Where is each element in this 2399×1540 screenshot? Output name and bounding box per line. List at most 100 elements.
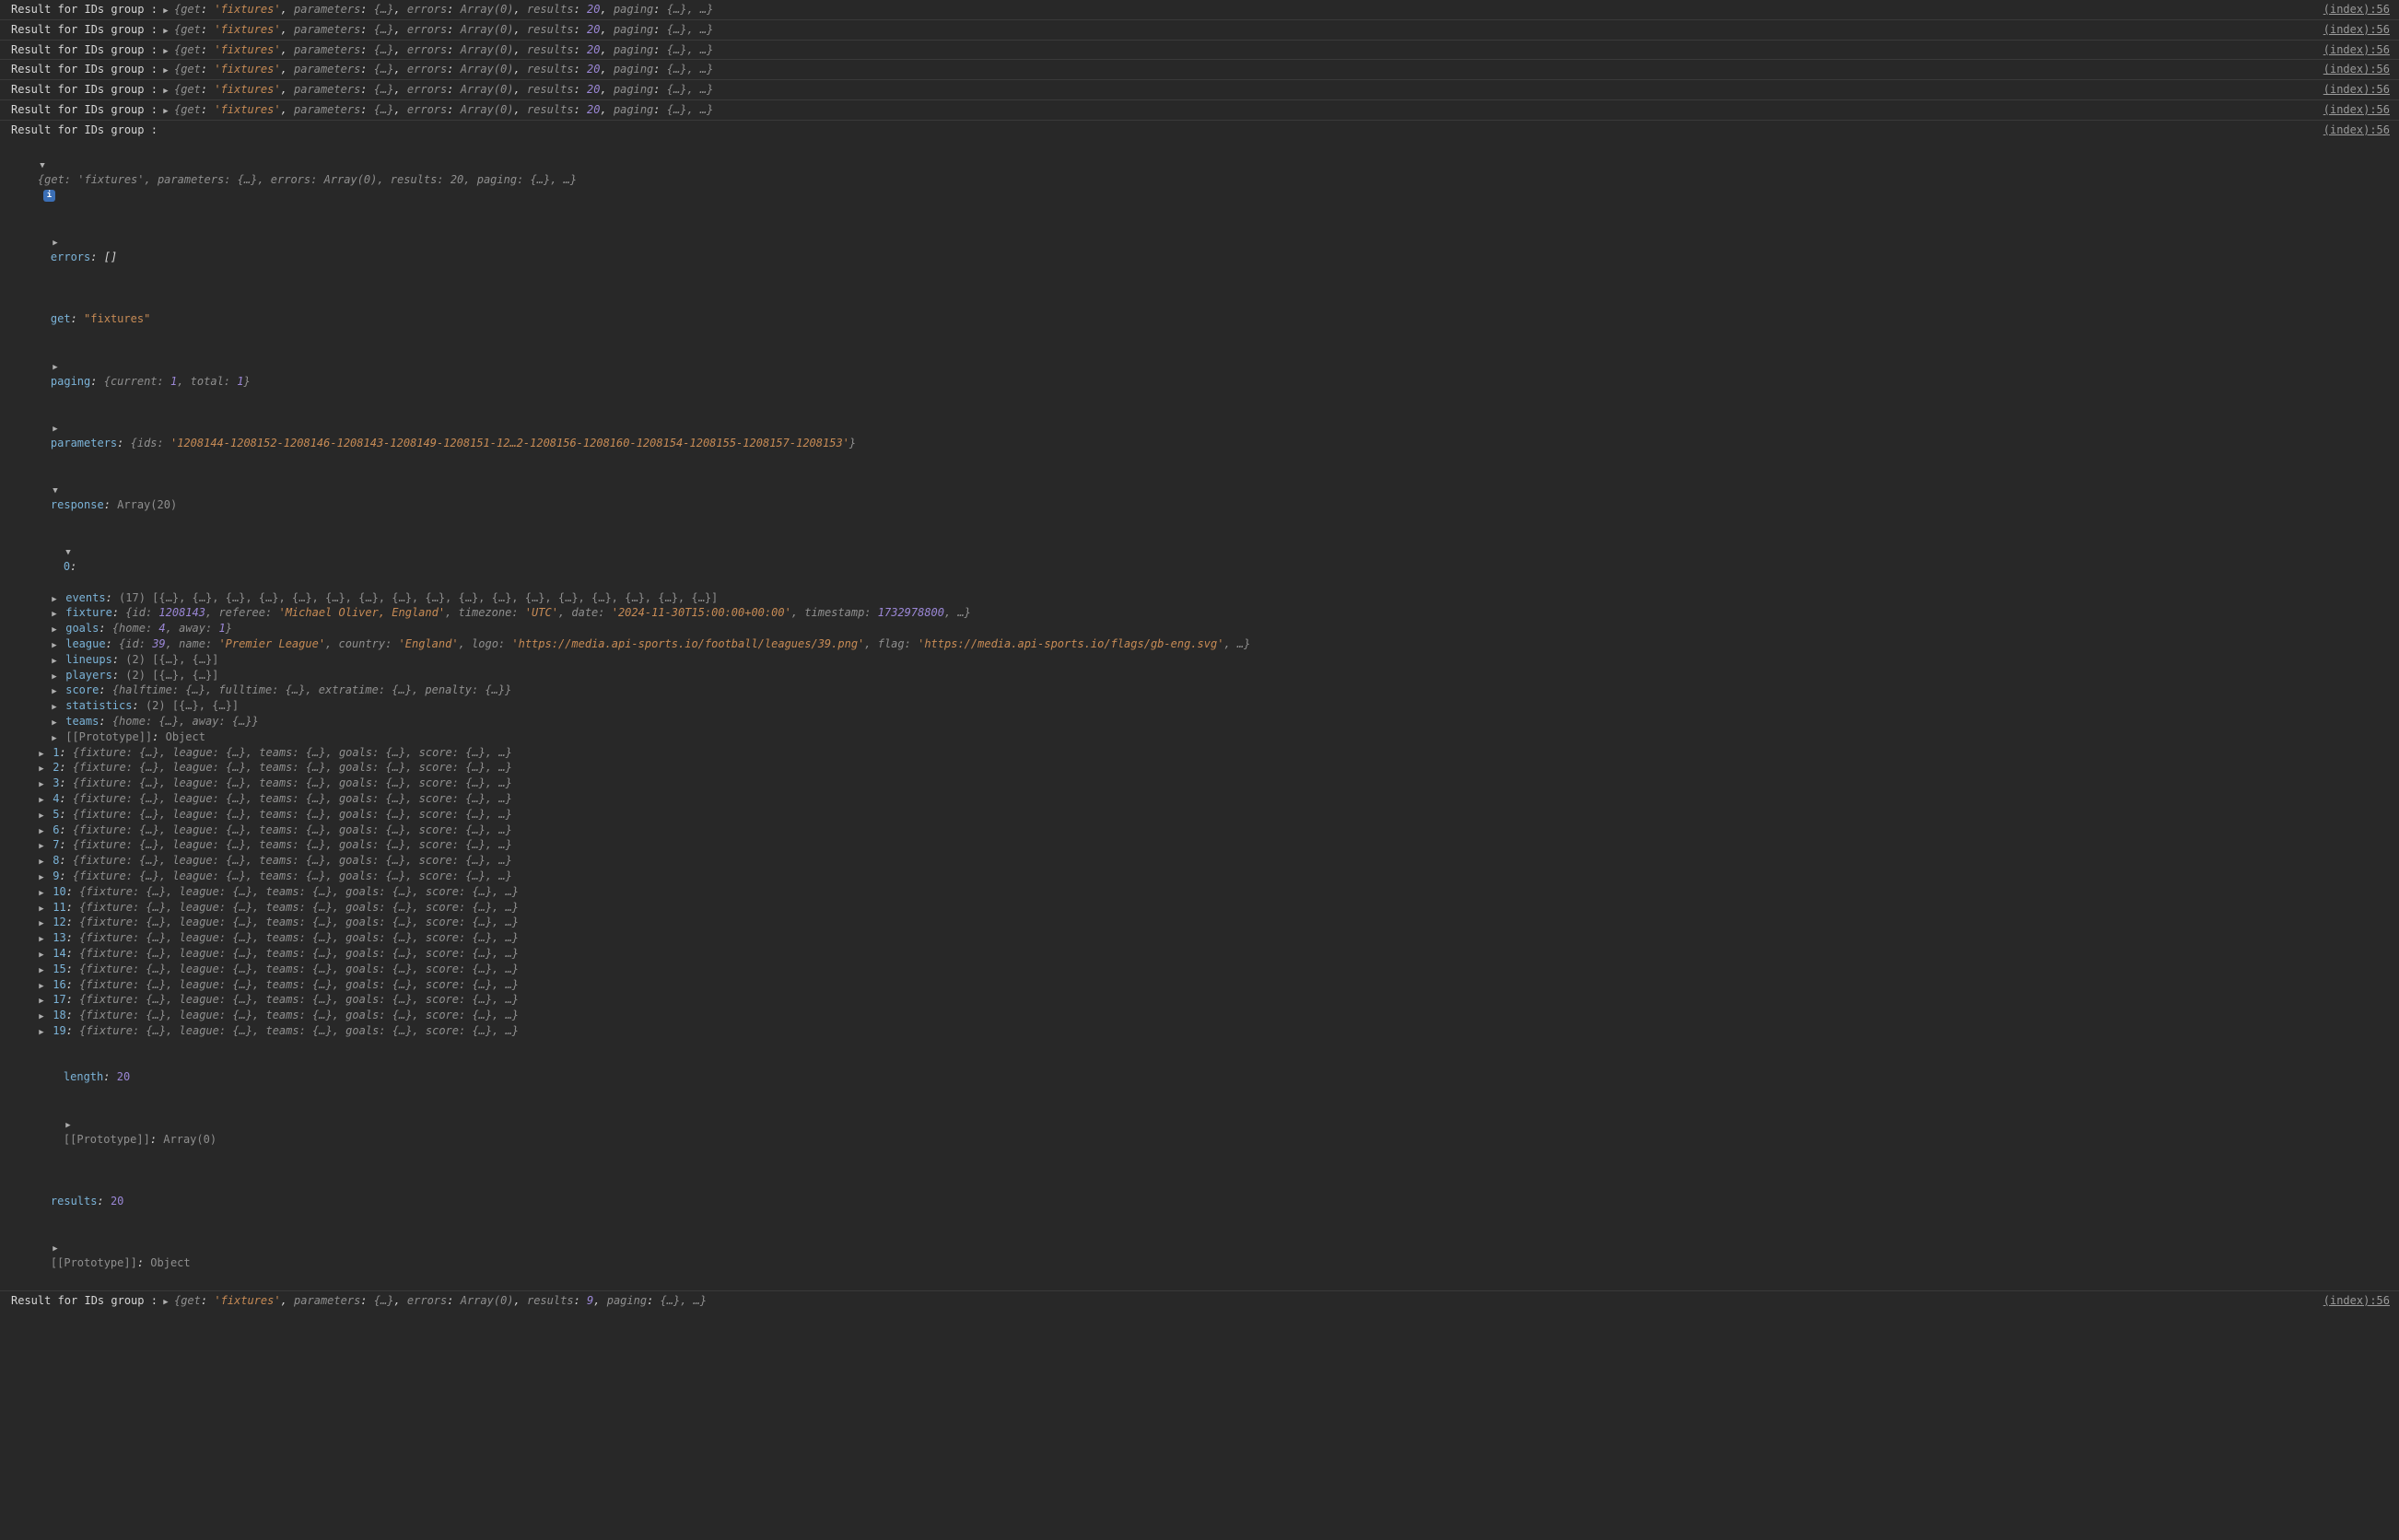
chevron-right-icon[interactable]: ▶	[37, 950, 46, 962]
response-item-15[interactable]: ▶ 15: {fixture: {…}, league: {…}, teams:…	[11, 962, 2390, 977]
chevron-right-icon[interactable]: ▶	[37, 764, 46, 776]
chevron-right-icon[interactable]: ▶	[37, 918, 46, 930]
source-link[interactable]: (index):56	[2323, 2, 2390, 18]
collapsed-object-summary[interactable]: {get: 'fixtures', parameters: {…}, error…	[174, 42, 713, 58]
chevron-right-icon[interactable]: ▶	[161, 26, 170, 38]
chevron-right-icon[interactable]: ▶	[50, 671, 59, 683]
response-item-3[interactable]: ▶ 3: {fixture: {…}, league: {…}, teams: …	[11, 776, 2390, 791]
chevron-right-icon[interactable]: ▶	[50, 702, 59, 714]
chevron-right-icon[interactable]: ▶	[161, 1297, 170, 1309]
collapsed-object-summary[interactable]: {get: 'fixtures', parameters: {…}, error…	[174, 82, 713, 98]
chevron-right-icon[interactable]: ▶	[37, 996, 46, 1008]
item0-teams[interactable]: ▶ teams: {home: {…}, away: {…}}	[11, 714, 2390, 729]
root-prototype[interactable]: ▶ [[Prototype]]: Object	[11, 1224, 2390, 1286]
info-icon[interactable]: i	[43, 190, 55, 202]
response-item-14[interactable]: ▶ 14: {fixture: {…}, league: {…}, teams:…	[11, 946, 2390, 962]
response-item-10[interactable]: ▶ 10: {fixture: {…}, league: {…}, teams:…	[11, 884, 2390, 900]
chevron-right-icon[interactable]: ▶	[51, 1243, 60, 1255]
response-item-0[interactable]: ▼ 0:	[11, 529, 2390, 590]
root-object[interactable]: ▼ {get: 'fixtures', parameters: {…}, err…	[11, 142, 2390, 219]
chevron-right-icon[interactable]: ▶	[50, 624, 59, 636]
chevron-right-icon[interactable]: ▶	[37, 1011, 46, 1023]
response-item-18[interactable]: ▶ 18: {fixture: {…}, league: {…}, teams:…	[11, 1008, 2390, 1023]
chevron-right-icon[interactable]: ▶	[50, 718, 59, 729]
chevron-right-icon[interactable]: ▶	[161, 46, 170, 58]
response-item-16[interactable]: ▶ 16: {fixture: {…}, league: {…}, teams:…	[11, 977, 2390, 993]
item0-prototype[interactable]: ▶ [[Prototype]]: Object	[11, 729, 2390, 745]
item0-fixture[interactable]: ▶ fixture: {id: 1208143, referee: 'Micha…	[11, 605, 2390, 621]
collapsed-object-summary[interactable]: {get: 'fixtures', parameters: {…}, error…	[174, 1293, 707, 1309]
source-link[interactable]: (index):56	[2323, 62, 2390, 77]
source-link[interactable]: (index):56	[2323, 122, 2390, 138]
chevron-right-icon[interactable]: ▶	[37, 872, 46, 884]
response-item-11[interactable]: ▶ 11: {fixture: {…}, league: {…}, teams:…	[11, 900, 2390, 916]
chevron-right-icon[interactable]: ▶	[37, 749, 46, 761]
response-item-7[interactable]: ▶ 7: {fixture: {…}, league: {…}, teams: …	[11, 837, 2390, 853]
item0-score[interactable]: ▶ score: {halftime: {…}, fulltime: {…}, …	[11, 682, 2390, 698]
source-link[interactable]: (index):56	[2323, 22, 2390, 38]
chevron-right-icon[interactable]: ▶	[51, 238, 60, 250]
item0-league[interactable]: ▶ league: {id: 39, name: 'Premier League…	[11, 636, 2390, 652]
chevron-right-icon[interactable]: ▶	[50, 686, 59, 698]
item0-players[interactable]: ▶ players: (2) [{…}, {…}]	[11, 668, 2390, 683]
chevron-right-icon[interactable]: ▶	[161, 65, 170, 77]
response-item-1[interactable]: ▶ 1: {fixture: {…}, league: {…}, teams: …	[11, 745, 2390, 761]
chevron-right-icon[interactable]: ▶	[37, 811, 46, 822]
chevron-right-icon[interactable]: ▶	[161, 106, 170, 118]
source-link[interactable]: (index):56	[2323, 102, 2390, 118]
item0-statistics[interactable]: ▶ statistics: (2) [{…}, {…}]	[11, 698, 2390, 714]
chevron-right-icon[interactable]: ▶	[50, 609, 59, 621]
chevron-down-icon[interactable]: ▼	[64, 547, 73, 559]
item0-goals[interactable]: ▶ goals: {home: 4, away: 1}	[11, 621, 2390, 636]
chevron-right-icon[interactable]: ▶	[50, 656, 59, 668]
response-item-4[interactable]: ▶ 4: {fixture: {…}, league: {…}, teams: …	[11, 791, 2390, 807]
collapsed-object-summary[interactable]: {get: 'fixtures', parameters: {…}, error…	[174, 2, 713, 18]
collapsed-object-summary[interactable]: {get: 'fixtures', parameters: {…}, error…	[174, 102, 713, 118]
response-item-13[interactable]: ▶ 13: {fixture: {…}, league: {…}, teams:…	[11, 930, 2390, 946]
response-item-9[interactable]: ▶ 9: {fixture: {…}, league: {…}, teams: …	[11, 869, 2390, 884]
response-item-8[interactable]: ▶ 8: {fixture: {…}, league: {…}, teams: …	[11, 853, 2390, 869]
response-item-6[interactable]: ▶ 6: {fixture: {…}, league: {…}, teams: …	[11, 822, 2390, 838]
prop-paging[interactable]: ▶ paging: {current: 1, total: 1}	[11, 343, 2390, 404]
chevron-right-icon[interactable]: ▶	[161, 6, 170, 18]
response-item-2[interactable]: ▶ 2: {fixture: {…}, league: {…}, teams: …	[11, 760, 2390, 776]
prop-errors[interactable]: ▶ errors: []	[11, 219, 2390, 281]
collapsed-object-summary[interactable]: {get: 'fixtures', parameters: {…}, error…	[174, 22, 713, 38]
chevron-right-icon[interactable]: ▶	[37, 841, 46, 853]
chevron-right-icon[interactable]: ▶	[37, 857, 46, 869]
chevron-right-icon[interactable]: ▶	[37, 795, 46, 807]
response-prototype[interactable]: ▶ [[Prototype]]: Array(0)	[11, 1101, 2390, 1162]
chevron-right-icon[interactable]: ▶	[37, 981, 46, 993]
chevron-right-icon[interactable]: ▶	[37, 1027, 46, 1039]
chevron-right-icon[interactable]: ▶	[37, 934, 46, 946]
source-link[interactable]: (index):56	[2323, 82, 2390, 98]
chevron-right-icon[interactable]: ▶	[50, 733, 59, 745]
chevron-right-icon[interactable]: ▶	[50, 640, 59, 652]
prop-response[interactable]: ▼ response: Array(20)	[11, 466, 2390, 528]
chevron-down-icon[interactable]: ▼	[38, 160, 47, 172]
response-item-12[interactable]: ▶ 12: {fixture: {…}, league: {…}, teams:…	[11, 915, 2390, 930]
item0-lineups[interactable]: ▶ lineups: (2) [{…}, {…}]	[11, 652, 2390, 668]
prop-parameters[interactable]: ▶ parameters: {ids: '1208144-1208152-120…	[11, 404, 2390, 466]
chevron-right-icon[interactable]: ▶	[161, 86, 170, 98]
chevron-right-icon[interactable]: ▶	[37, 888, 46, 900]
collapsed-object-summary[interactable]: {get: 'fixtures', parameters: {…}, error…	[174, 62, 713, 77]
chevron-right-icon[interactable]: ▶	[51, 362, 60, 374]
item0-events[interactable]: ▶ events: (17) [{…}, {…}, {…}, {…}, {…},…	[11, 590, 2390, 606]
source-link[interactable]: (index):56	[2323, 42, 2390, 58]
prop-results: ▶ results: 20	[11, 1162, 2390, 1224]
chevron-right-icon[interactable]: ▶	[37, 826, 46, 838]
chevron-right-icon[interactable]: ▶	[37, 965, 46, 977]
chevron-right-icon[interactable]: ▶	[37, 904, 46, 916]
response-item-5[interactable]: ▶ 5: {fixture: {…}, league: {…}, teams: …	[11, 807, 2390, 822]
response-item-17[interactable]: ▶ 17: {fixture: {…}, league: {…}, teams:…	[11, 992, 2390, 1008]
chevron-right-icon[interactable]: ▶	[51, 424, 60, 436]
log-prefix: Result for IDs group :	[11, 122, 158, 138]
chevron-down-icon[interactable]: ▼	[51, 485, 60, 497]
log-prefix: Result for IDs group :	[11, 22, 158, 38]
source-link[interactable]: (index):56	[2323, 1293, 2390, 1309]
chevron-right-icon[interactable]: ▶	[37, 779, 46, 791]
response-item-19[interactable]: ▶ 19: {fixture: {…}, league: {…}, teams:…	[11, 1023, 2390, 1039]
chevron-right-icon[interactable]: ▶	[64, 1120, 73, 1132]
chevron-right-icon[interactable]: ▶	[50, 594, 59, 606]
